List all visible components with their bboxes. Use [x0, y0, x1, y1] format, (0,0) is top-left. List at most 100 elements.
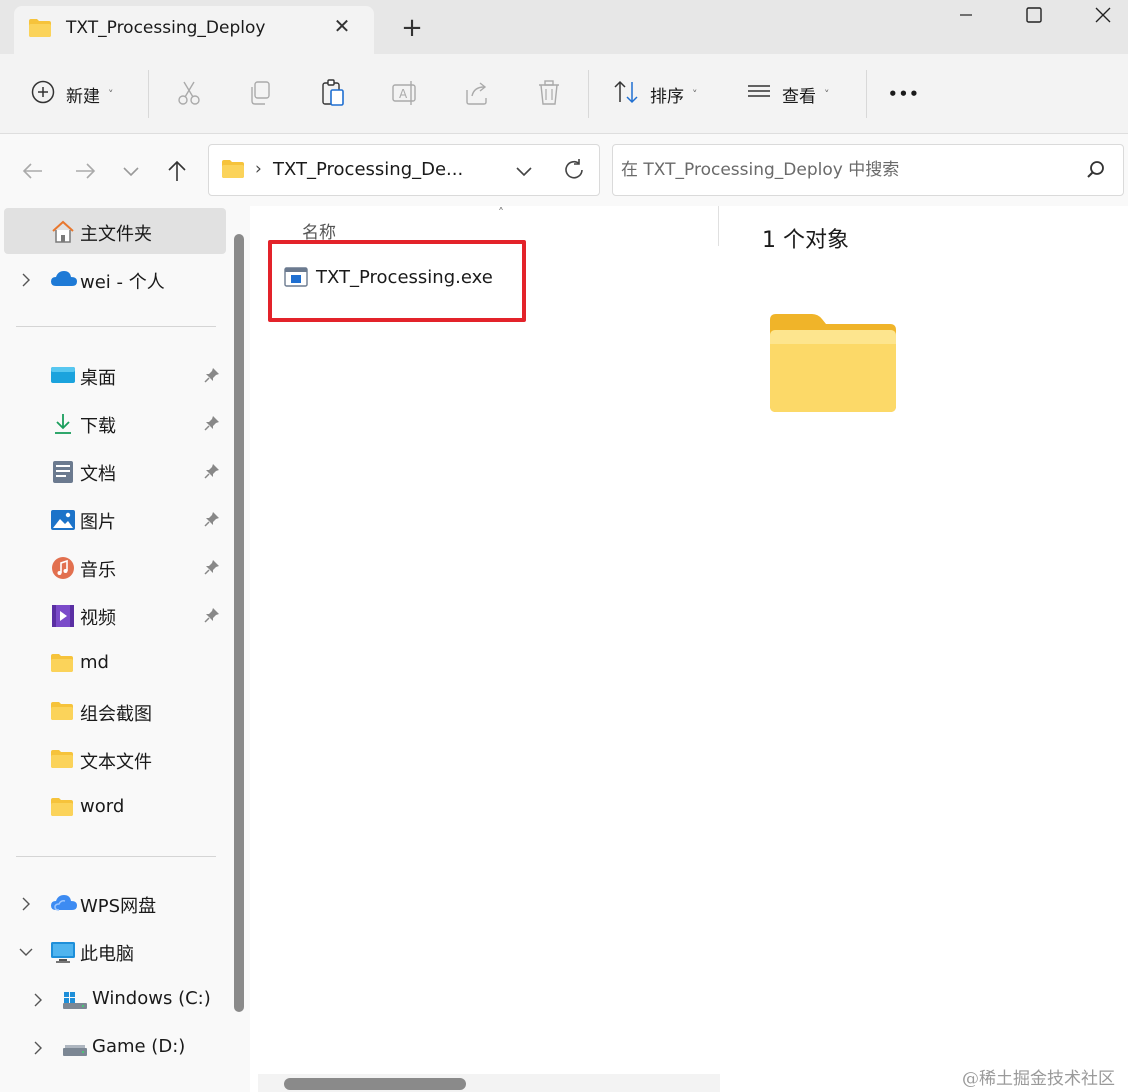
search-box[interactable]: [612, 144, 1124, 196]
chevron-down-icon: [118, 167, 144, 188]
pin-icon[interactable]: [204, 367, 220, 383]
tab-active[interactable]: TXT_Processing_Deploy ✕: [14, 6, 374, 54]
sidebar-scrollbar-thumb[interactable]: [234, 234, 244, 1012]
cut-button[interactable]: [174, 78, 204, 108]
download-icon: [50, 412, 74, 436]
chevron-right-icon[interactable]: [18, 272, 34, 288]
sidebar-item-downloads[interactable]: 下载: [4, 400, 226, 446]
sidebar-item-label: word: [80, 796, 125, 817]
new-tab-button[interactable]: +: [398, 15, 426, 43]
sort-button[interactable]: 排序 ˅: [612, 74, 698, 114]
pin-icon[interactable]: [204, 559, 220, 575]
sidebar-item-label: 文本文件: [80, 752, 152, 773]
pin-icon[interactable]: [204, 607, 220, 623]
refresh-icon[interactable]: [561, 157, 587, 187]
close-window-button[interactable]: [1072, 0, 1128, 34]
drive-d-icon: [62, 1036, 87, 1060]
sidebar-item-word[interactable]: word: [4, 784, 226, 830]
title-bar: TXT_Processing_Deploy ✕ +: [0, 0, 1128, 54]
toolbar-divider: [148, 70, 149, 118]
arrow-left-icon: [20, 163, 46, 188]
pin-icon[interactable]: [204, 463, 220, 479]
breadcrumb-current-folder[interactable]: TXT_Processing_De...: [273, 159, 463, 180]
up-button[interactable]: [164, 158, 190, 184]
chevron-right-icon[interactable]: [30, 992, 46, 1008]
plus-circle-icon: [30, 79, 56, 109]
chevron-right-icon[interactable]: [30, 1040, 46, 1056]
trash-icon: [534, 80, 564, 112]
pictures-icon: [50, 508, 75, 532]
video-icon: [50, 604, 74, 628]
drive-c-icon: [62, 988, 87, 1012]
sidebar-item-label: 音乐: [80, 560, 116, 581]
desktop-icon: [50, 364, 75, 388]
view-button[interactable]: 查看 ˅: [746, 74, 830, 114]
sidebar-item-text-files[interactable]: 文本文件: [4, 736, 226, 782]
sidebar-item-music[interactable]: 音乐: [4, 544, 226, 590]
folder-icon: [28, 18, 52, 42]
document-icon: [50, 460, 74, 484]
more-options-button[interactable]: •••: [888, 74, 920, 114]
sidebar-item-home[interactable]: 主文件夹: [4, 208, 226, 254]
details-pane: 1 个对象: [724, 206, 1128, 1092]
wps-cloud-icon: [50, 892, 77, 916]
watermark: @稀土掘金技术社区: [962, 1069, 1115, 1089]
sidebar-item-drive-d[interactable]: Game (D:): [4, 1024, 226, 1070]
sidebar-item-label: WPS网盘: [80, 896, 157, 917]
delete-button[interactable]: [534, 78, 564, 108]
new-button[interactable]: 新建 ˅: [30, 74, 114, 114]
sidebar-item-wps-cloud[interactable]: WPS网盘: [4, 880, 226, 926]
folder-icon: [50, 653, 74, 677]
address-bar[interactable]: › TXT_Processing_De...: [208, 144, 600, 196]
pane-divider[interactable]: [718, 206, 719, 246]
horizontal-scrollbar-thumb[interactable]: [284, 1078, 466, 1090]
breadcrumb-separator: ›: [255, 159, 262, 179]
search-input[interactable]: [621, 157, 1061, 183]
folder-icon: [221, 159, 245, 183]
sidebar-item-desktop[interactable]: 桌面: [4, 352, 226, 398]
rename-icon: A: [390, 81, 420, 112]
sidebar-item-md[interactable]: md: [4, 640, 226, 686]
close-tab-icon[interactable]: ✕: [330, 14, 354, 38]
pin-icon[interactable]: [204, 415, 220, 431]
back-button[interactable]: [20, 158, 46, 184]
sidebar-item-documents[interactable]: 文档: [4, 448, 226, 494]
svg-text:A: A: [399, 87, 408, 101]
sidebar-item-label: 文档: [80, 464, 116, 485]
highlight-annotation: [268, 240, 526, 322]
sidebar-item-this-pc[interactable]: 此电脑: [4, 928, 226, 974]
view-button-label: 查看: [782, 86, 816, 107]
sidebar-item-label: wei - 个人: [80, 272, 165, 293]
copy-button[interactable]: [246, 78, 276, 108]
recent-locations-button[interactable]: [118, 158, 144, 184]
folder-icon: [50, 701, 74, 725]
chevron-down-icon[interactable]: [18, 944, 34, 960]
share-icon: [462, 82, 492, 112]
search-icon[interactable]: [1085, 159, 1107, 185]
scissors-icon: [174, 81, 204, 112]
sidebar-item-group-screenshots[interactable]: 组会截图: [4, 688, 226, 734]
maximize-button[interactable]: [1004, 0, 1064, 34]
sidebar-item-onedrive[interactable]: wei - 个人: [4, 256, 226, 302]
navigation-pane: 主文件夹 wei - 个人 桌面 下载 文档 图片 音乐 视频 md 组会截图 …: [0, 206, 250, 1092]
address-history-dropdown-icon[interactable]: [513, 161, 535, 185]
share-button[interactable]: [462, 78, 492, 108]
command-bar: 新建 ˅ A 排序 ˅ 查看 ˅ •••: [0, 54, 1128, 134]
sidebar-item-label: 图片: [80, 512, 116, 533]
paste-button[interactable]: [318, 78, 348, 108]
sidebar-item-label: 主文件夹: [80, 224, 152, 245]
sidebar-item-drive-c[interactable]: Windows (C:): [4, 976, 226, 1022]
sidebar-item-pictures[interactable]: 图片: [4, 496, 226, 542]
pin-icon[interactable]: [204, 511, 220, 527]
sidebar-item-label: 此电脑: [80, 944, 134, 965]
forward-button[interactable]: [72, 158, 98, 184]
minimize-button[interactable]: [936, 0, 996, 34]
sidebar-item-label: 组会截图: [80, 704, 152, 725]
clipboard-icon: [318, 79, 348, 112]
toolbar-divider: [866, 70, 867, 118]
sidebar-item-videos[interactable]: 视频: [4, 592, 226, 638]
sidebar-divider: [16, 856, 216, 857]
chevron-down-icon: ˅: [692, 87, 698, 101]
chevron-right-icon[interactable]: [18, 896, 34, 912]
rename-button[interactable]: A: [390, 78, 420, 108]
